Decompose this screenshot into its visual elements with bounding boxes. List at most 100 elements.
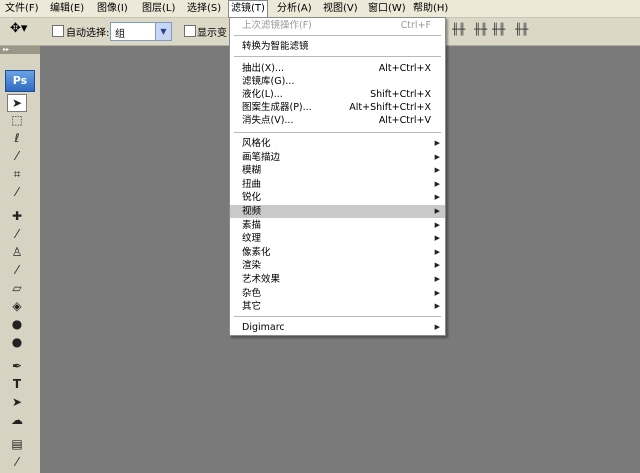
menu-item-shortcut: Shift+Ctrl+X: [370, 89, 431, 100]
toolbox-header[interactable]: ▸▸: [0, 46, 40, 54]
menu-item-sketch[interactable]: 素描 ▶: [230, 219, 445, 232]
menu-item-texture[interactable]: 纹理 ▶: [230, 232, 445, 245]
submenu-arrow-icon: ▶: [434, 234, 440, 243]
menu-item-distort[interactable]: 扭曲 ▶: [230, 178, 445, 191]
menu-item-liquify[interactable]: 液化(L)... Shift+Ctrl+X: [230, 88, 445, 101]
menu-item-label: 消失点(V)...: [242, 115, 294, 126]
toolbox: ▸▸ Ps ➤ ⬚ ℓ ⁄ ⌗ ⁄ ✚ ⁄ ♙ ⁄ ▱ ◈ ● ● ✒ T ➤ …: [0, 46, 40, 473]
menu-item-convert-smart-filter[interactable]: 转换为智能滤镜: [230, 40, 445, 53]
menu-item-artistic[interactable]: 艺术效果 ▶: [230, 273, 445, 286]
distribute-icon-3[interactable]: ╫╫: [492, 23, 505, 36]
menu-item-label: 纹理: [242, 233, 262, 245]
menu-view[interactable]: 视图(V): [321, 0, 360, 17]
menu-item-label: 锐化: [242, 192, 262, 204]
menu-item-other[interactable]: 其它 ▶: [230, 300, 445, 313]
path-selection-tool-icon[interactable]: ➤: [8, 394, 26, 410]
menu-item-stylize[interactable]: 风格化 ▶: [230, 137, 445, 150]
menu-edit[interactable]: 编辑(E): [48, 0, 86, 17]
menu-item-pixelate[interactable]: 像素化 ▶: [230, 246, 445, 259]
menu-item-render[interactable]: 渲染 ▶: [230, 259, 445, 272]
auto-select-checkbox[interactable]: [52, 25, 64, 37]
menu-item-label: 扭曲: [242, 178, 262, 190]
magic-wand-tool-icon[interactable]: ⁄: [8, 148, 26, 164]
show-transform-checkbox[interactable]: [184, 25, 196, 37]
move-tool-icon[interactable]: ✥▾: [10, 21, 27, 36]
menu-item-label: 滤镜库(G)...: [242, 76, 295, 87]
menu-item-blur[interactable]: 模糊 ▶: [230, 164, 445, 177]
menu-item-pattern-maker[interactable]: 图案生成器(P)... Alt+Shift+Ctrl+X: [230, 101, 445, 114]
marquee-tool-icon[interactable]: ⬚: [8, 112, 26, 128]
show-transform-label: 显示变: [197, 28, 227, 39]
healing-brush-tool-icon[interactable]: ✚: [8, 208, 26, 224]
menu-item-shortcut: Alt+Shift+Ctrl+X: [349, 102, 431, 113]
menu-item-label: 视频: [242, 206, 262, 217]
eyedropper-tool-icon[interactable]: ⁄: [8, 454, 26, 470]
menu-item-noise[interactable]: 杂色 ▶: [230, 287, 445, 300]
submenu-arrow-icon: ▶: [434, 193, 440, 202]
shape-tool-icon[interactable]: ☁: [8, 412, 26, 428]
distribute-icon[interactable]: ╫╫: [452, 23, 465, 36]
menu-image[interactable]: 图像(I): [95, 0, 130, 17]
crop-tool-icon[interactable]: ⌗: [8, 166, 26, 182]
paint-bucket-tool-icon[interactable]: ◈: [8, 298, 26, 314]
menu-item-brush-strokes[interactable]: 画笔描边 ▶: [230, 151, 445, 164]
submenu-arrow-icon: ▶: [434, 247, 440, 256]
menu-item-shortcut: Alt+Ctrl+X: [378, 63, 431, 74]
move-tool-icon[interactable]: ➤: [7, 94, 27, 112]
menu-item-shortcut: Alt+Ctrl+V: [378, 115, 431, 126]
menu-help[interactable]: 帮助(H): [411, 0, 450, 17]
submenu-arrow-icon: ▶: [434, 139, 440, 147]
menu-layer[interactable]: 图层(L): [140, 0, 177, 17]
menu-window[interactable]: 窗口(W): [366, 0, 408, 17]
menu-item-video[interactable]: 视频 ▶: [230, 205, 445, 218]
menu-item-label: 抽出(X)...: [242, 63, 284, 74]
menu-item-extract[interactable]: 抽出(X)... Alt+Ctrl+X: [230, 62, 445, 75]
auto-align-icon[interactable]: ╫╫: [515, 23, 528, 36]
menu-item-last-filter: 上次滤镜操作(F) Ctrl+F: [230, 19, 445, 32]
menu-item-label: 画笔描边: [242, 151, 281, 163]
eraser-tool-icon[interactable]: ▱: [8, 280, 26, 296]
menu-filter[interactable]: 滤镜(T): [228, 0, 268, 18]
notes-tool-icon[interactable]: ▤: [8, 436, 26, 452]
type-tool-icon[interactable]: T: [8, 376, 26, 392]
menu-item-filter-gallery[interactable]: 滤镜库(G)...: [230, 75, 445, 88]
separator: [234, 56, 441, 57]
menu-item-label: 其它: [242, 301, 262, 313]
auto-select-label: 自动选择:: [66, 28, 110, 39]
menu-item-label: 素描: [242, 219, 262, 231]
brush-tool-icon[interactable]: ⁄: [8, 226, 26, 242]
menu-item-label: 图案生成器(P)...: [242, 102, 312, 113]
submenu-arrow-icon: ▶: [434, 288, 440, 297]
menubar: 文件(F) 编辑(E) 图像(I) 图层(L) 选择(S) 滤镜(T) 分析(A…: [0, 0, 640, 18]
submenu-arrow-icon: ▶: [434, 220, 440, 229]
menu-item-label: 液化(L)...: [242, 89, 283, 100]
pen-tool-icon[interactable]: ✒: [8, 358, 26, 374]
separator: [234, 132, 441, 133]
distribute-icon-2[interactable]: ╫╫: [474, 23, 487, 36]
lasso-tool-icon[interactable]: ℓ: [8, 130, 26, 146]
menu-select[interactable]: 选择(S): [185, 0, 223, 17]
separator: [234, 35, 441, 36]
clone-stamp-tool-icon[interactable]: ♙: [8, 244, 26, 260]
last-filter-label: 上次滤镜操作(F): [242, 20, 312, 31]
menu-item-label: 杂色: [242, 287, 262, 299]
menu-item-vanishing-point[interactable]: 消失点(V)... Alt+Ctrl+V: [230, 114, 445, 127]
history-brush-tool-icon[interactable]: ⁄: [8, 262, 26, 278]
menu-item-label: 风格化: [242, 138, 271, 149]
menu-item-label: 渲染: [242, 260, 262, 272]
slice-tool-icon[interactable]: ⁄: [8, 184, 26, 200]
submenu-arrow-icon: ▶: [434, 207, 440, 215]
chevron-down-icon[interactable]: ▼: [155, 23, 171, 40]
auto-select-dropdown[interactable]: 组 ▼: [110, 22, 172, 41]
blur-tool-icon[interactable]: ●: [8, 316, 26, 332]
dodge-tool-icon[interactable]: ●: [8, 334, 26, 350]
menu-item-label: 艺术效果: [242, 274, 281, 285]
last-filter-shortcut: Ctrl+F: [400, 20, 431, 31]
menu-item-label: Digimarc: [242, 322, 285, 333]
menu-file[interactable]: 文件(F): [3, 0, 41, 17]
menu-analysis[interactable]: 分析(A): [275, 0, 314, 17]
submenu-arrow-icon: ▶: [434, 302, 440, 311]
menu-item-sharpen[interactable]: 锐化 ▶: [230, 191, 445, 204]
menu-item-label: 模糊: [242, 165, 262, 177]
menu-item-digimarc[interactable]: Digimarc ▶: [230, 321, 445, 334]
